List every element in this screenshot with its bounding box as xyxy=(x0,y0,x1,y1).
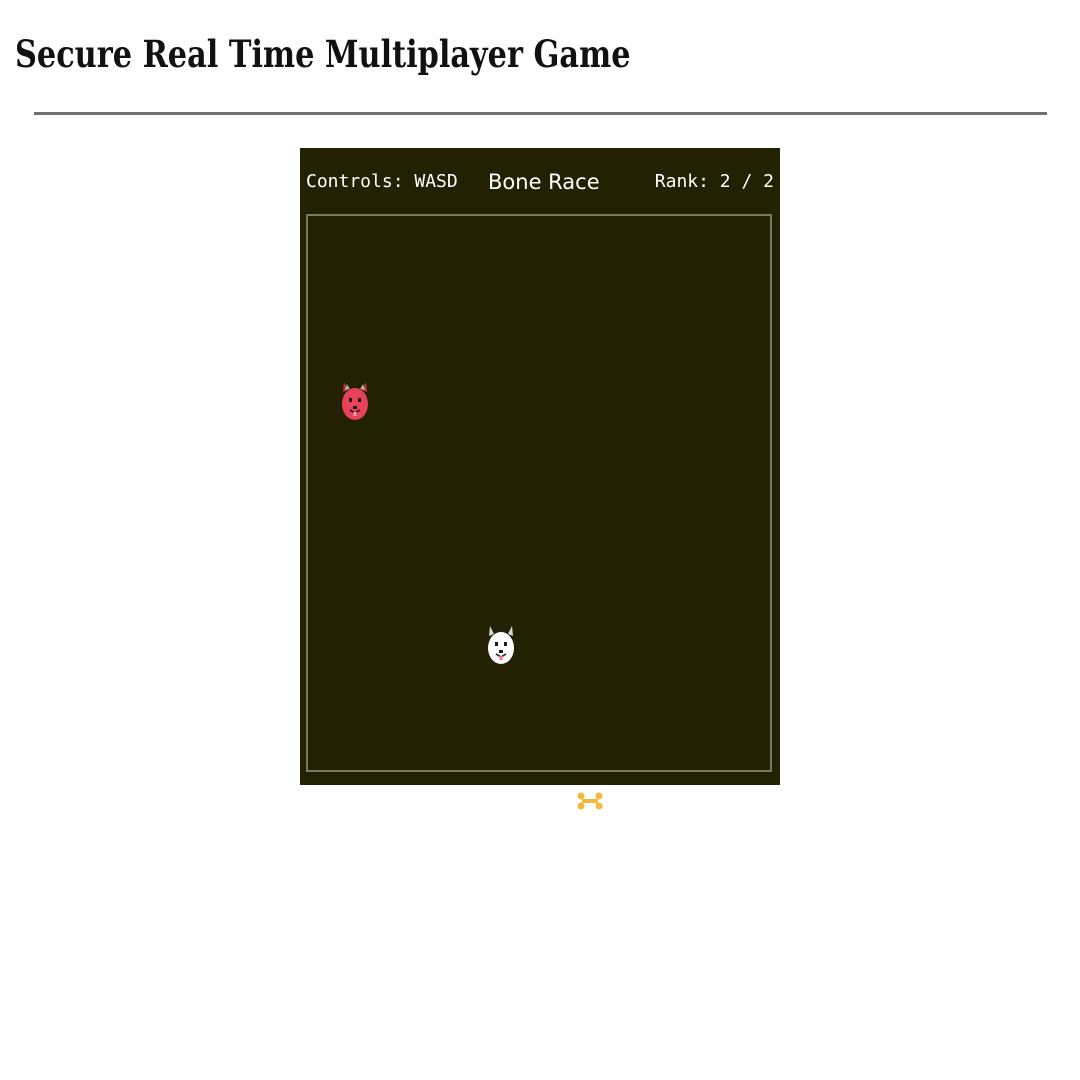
divider xyxy=(34,112,1047,115)
game-arena xyxy=(306,214,772,810)
opponent-dog-icon xyxy=(342,382,368,420)
page-title: Secure Real Time Multiplayer Game xyxy=(15,32,631,76)
rank-label: Rank: 2 / 2 xyxy=(654,171,774,192)
player-dog-icon xyxy=(488,626,514,664)
game-canvas[interactable]: Controls: WASD Bone Race Rank: 2 / 2 xyxy=(300,148,780,810)
game-title: Bone Race xyxy=(488,170,600,194)
bone-icon xyxy=(577,792,603,810)
controls-label: Controls: WASD xyxy=(306,171,458,192)
